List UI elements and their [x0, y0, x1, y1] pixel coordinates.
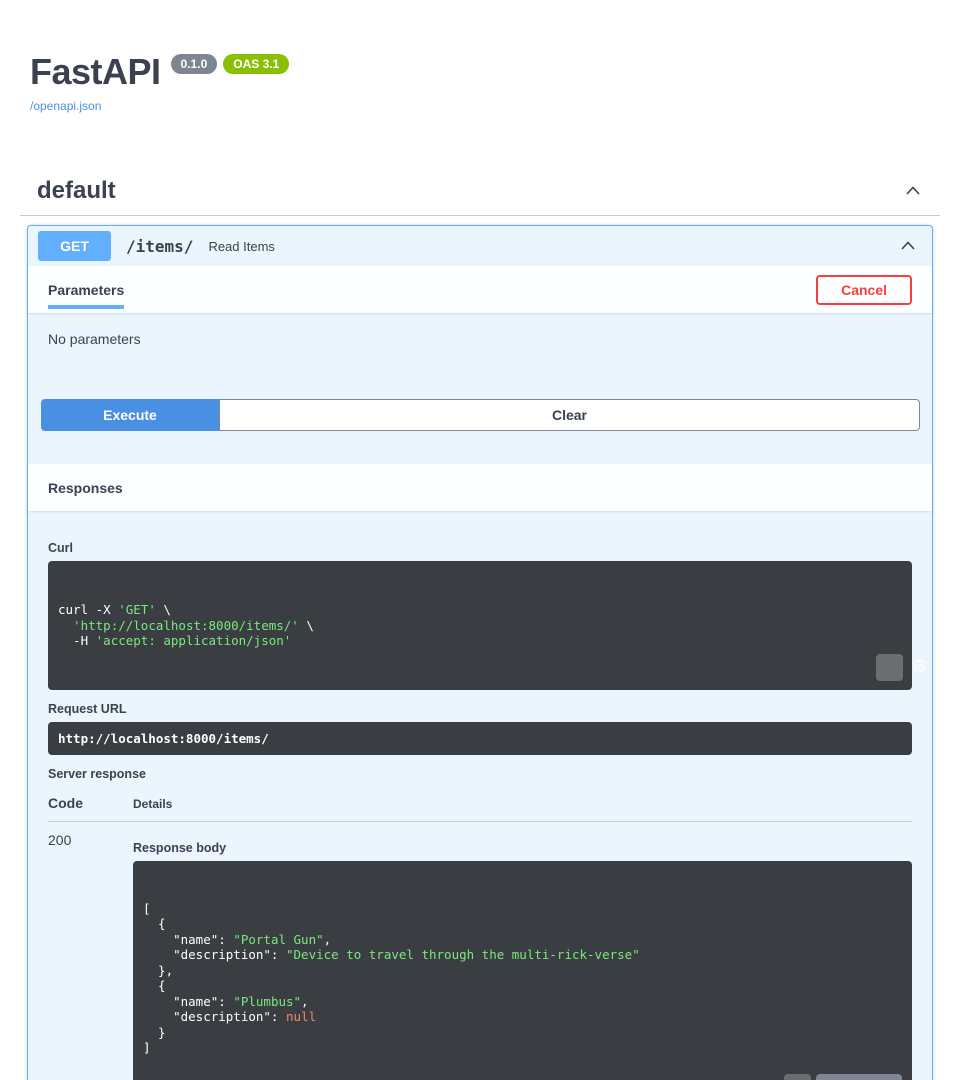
tag-title: default [37, 177, 116, 205]
collapse-operation-button[interactable] [894, 236, 922, 256]
parameters-tab-label: Parameters [48, 282, 124, 298]
execute-button[interactable]: Execute [41, 399, 219, 431]
method-badge: GET [38, 231, 111, 261]
request-url-label: Request URL [48, 702, 912, 716]
operation-path: /items/ [126, 237, 193, 256]
request-url-value: http://localhost:8000/items/ [48, 722, 912, 755]
response-body-code-block: [ { "name": "Portal Gun", "description":… [133, 861, 912, 1080]
execute-wrapper: Execute Clear [41, 399, 920, 431]
server-response-label: Server response [48, 767, 912, 781]
copy-response-button[interactable] [784, 1074, 811, 1080]
tag-divider [20, 215, 940, 216]
live-response-table: Code Details 200 Response body [ { "name… [48, 795, 912, 1080]
download-button[interactable]: Download [816, 1074, 902, 1080]
status-code: 200 [48, 832, 133, 1080]
curl-code-block: curl -X 'GET' \ 'http://localhost:8000/i… [48, 561, 912, 690]
response-row-200: 200 Response body [ { "name": "Portal Gu… [48, 832, 912, 1080]
version-badge: 0.1.0 [171, 54, 218, 74]
code-column-header: Code [48, 795, 133, 811]
api-title: FastAPI [30, 54, 161, 90]
responses-section-header: Responses [28, 464, 932, 511]
copy-curl-button[interactable] [876, 654, 903, 681]
table-divider [48, 821, 912, 822]
openapi-spec-link[interactable]: /openapi.json [30, 99, 101, 113]
responses-band-title: Responses [48, 480, 123, 496]
no-parameters-text: No parameters [28, 313, 932, 347]
opblock-summary[interactable]: GET /items/ Read Items [28, 226, 932, 266]
operation-summary: Read Items [208, 239, 274, 254]
curl-label: Curl [48, 541, 912, 555]
tab-parameters[interactable]: Parameters [48, 266, 124, 313]
clear-button[interactable]: Clear [219, 399, 920, 431]
tag-header[interactable]: default [37, 177, 923, 205]
parameters-section-header: Parameters Cancel [28, 266, 932, 313]
cancel-button[interactable]: Cancel [816, 275, 912, 305]
chevron-up-icon [898, 236, 918, 256]
opblock-get-items: GET /items/ Read Items Parameters Cancel [27, 225, 933, 1080]
responses-inner: Curl curl -X 'GET' \ 'http://localhost:8… [28, 511, 932, 1080]
tag-section-default: default GET /items/ Read Items [20, 177, 940, 1080]
oas-badge: OAS 3.1 [223, 54, 289, 74]
response-body-label: Response body [133, 841, 912, 855]
chevron-up-icon[interactable] [903, 181, 923, 201]
clipboard-icon [852, 643, 926, 691]
swagger-ui-page: FastAPI 0.1.0 OAS 3.1 /openapi.json defa… [0, 0, 960, 1080]
details-column-header: Details [133, 797, 172, 811]
api-info: FastAPI 0.1.0 OAS 3.1 /openapi.json [30, 54, 930, 115]
